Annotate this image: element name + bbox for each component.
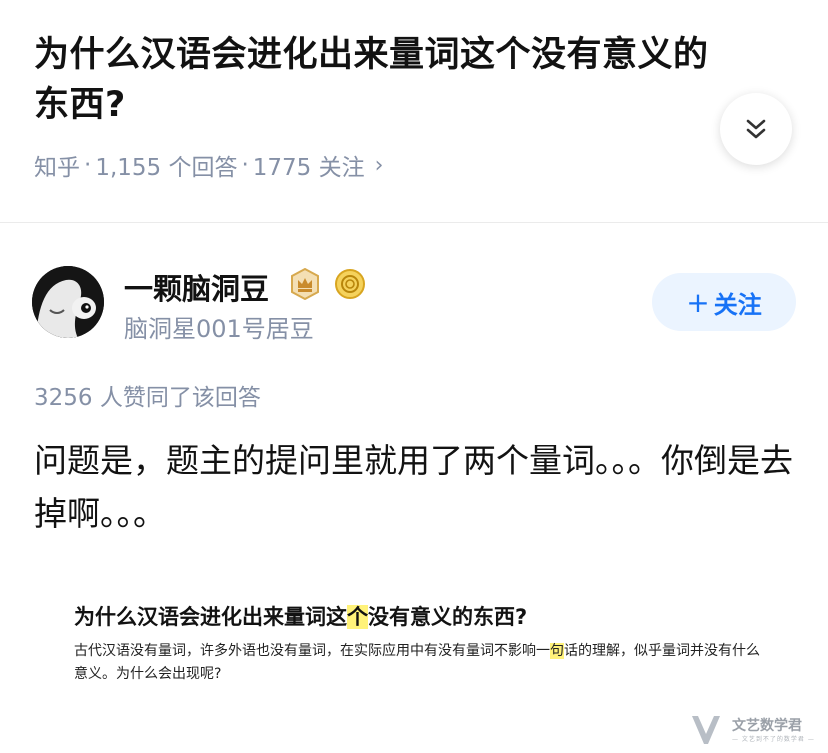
answer-count: 1,155 个回答 <box>95 155 238 181</box>
watermark-subtitle: — 文艺到不了的数学君 — <box>732 735 815 743</box>
question-title[interactable]: 为什么汉语会进化出来量词这个没有意义的东西? <box>34 30 724 130</box>
question-header: 为什么汉语会进化出来量词这个没有意义的东西? <box>34 30 724 130</box>
watermark-name: 文艺数学君 <box>732 717 802 734</box>
quoted-title-text: 为什么汉语会进化出来量词这 <box>74 605 347 629</box>
quoted-title-text: 没有意义的东西? <box>368 605 528 629</box>
source-label: 知乎 <box>34 155 80 181</box>
double-chevron-down-icon <box>746 119 766 139</box>
follow-button[interactable]: + 关注 <box>652 273 796 331</box>
quoted-title-highlight: 个 <box>347 605 368 629</box>
watermark-logo-icon <box>692 716 720 744</box>
vote-count[interactable]: 3256 人赞同了该回答 <box>34 378 261 412</box>
author-bio: 脑洞星001号居豆 <box>124 315 314 343</box>
answer-text: 问题是，题主的提问里就用了两个量词。。。你倒是去掉啊。。。 <box>34 441 793 533</box>
follower-count: 1775 关注 <box>252 155 365 181</box>
watermark: 文艺数学君 — 文艺到不了的数学君 — <box>690 714 815 746</box>
quoted-body-highlight: 句 <box>550 643 564 659</box>
quoted-body: 古代汉语没有量词，许多外语也没有量词，在实际应用中有没有量词不影响一句话的理解，… <box>74 640 764 686</box>
author-name[interactable]: 一颗脑洞豆 <box>124 266 269 308</box>
coin-badge-icon[interactable] <box>334 268 366 300</box>
chevron-right-icon: › <box>374 152 384 178</box>
quoted-title: 为什么汉语会进化出来量词这个没有意义的东西? <box>74 600 774 634</box>
crown-badge-icon[interactable] <box>290 268 320 300</box>
quoted-body-text: 古代汉语没有量词，许多外语也没有量词，在实际应用中有没有量词不影响一 <box>74 643 550 659</box>
avatar[interactable] <box>32 266 104 338</box>
section-divider <box>0 222 828 223</box>
plus-icon: + <box>686 285 710 319</box>
quoted-screenshot[interactable]: 为什么汉语会进化出来量词这个没有意义的东西? 古代汉语没有量词，许多外语也没有量… <box>74 600 774 686</box>
meta-separator: · <box>241 152 249 178</box>
meta-separator: · <box>84 152 92 178</box>
follow-label: 关注 <box>713 290 762 319</box>
collapse-button[interactable] <box>720 93 792 165</box>
avatar-image <box>32 266 104 338</box>
question-meta[interactable]: 知乎 · 1,155 个回答 · 1775 关注 › <box>34 148 383 182</box>
